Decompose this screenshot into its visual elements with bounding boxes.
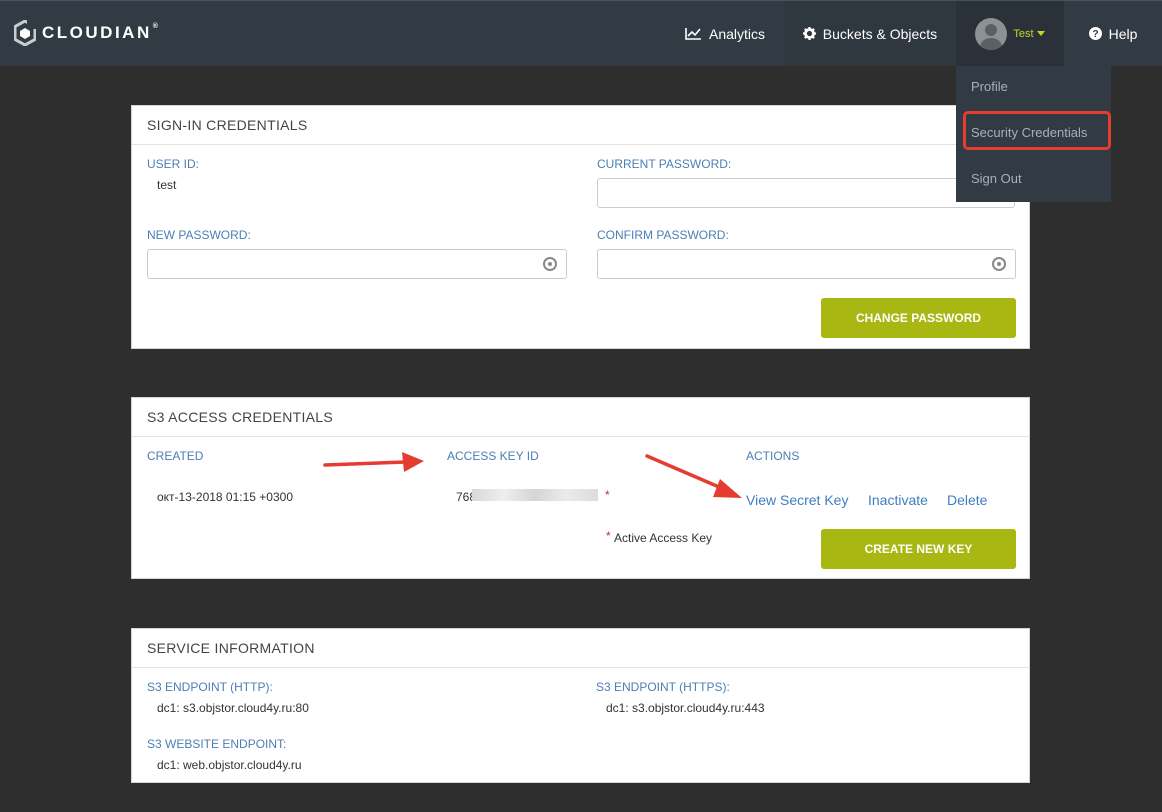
signin-credentials-panel: SIGN-IN CREDENTIALS USER ID: test CURREN… [131, 105, 1030, 349]
nav-help[interactable]: ? Help [1064, 1, 1162, 66]
column-header-actions: ACTIONS [746, 449, 800, 463]
legend-star: * [606, 529, 611, 543]
svg-text:?: ? [1092, 29, 1098, 40]
panel-title: SERVICE INFORMATION [132, 629, 1029, 668]
redacted-key-blur [472, 489, 598, 501]
column-header-access-key-id: ACCESS KEY ID [447, 449, 539, 463]
cloudian-logo-icon [14, 20, 36, 46]
user-id-value: test [157, 178, 177, 192]
caret-down-icon [1036, 31, 1045, 36]
s3-access-credentials-panel: S3 ACCESS CREDENTIALS CREATED ACCESS KEY… [131, 397, 1030, 579]
show-password-icon[interactable] [992, 257, 1006, 271]
confirm-password-input[interactable] [597, 249, 1016, 279]
top-navbar: CLOUDIAN® Analytics Buckets & Objects Te… [0, 0, 1162, 66]
nav-analytics[interactable]: Analytics [670, 1, 780, 66]
nav-help-label: Help [1108, 25, 1138, 42]
inactivate-link[interactable]: Inactivate [868, 492, 928, 508]
avatar [975, 17, 1008, 50]
s3-endpoint-http-label: S3 ENDPOINT (HTTP): [147, 680, 273, 694]
question-circle-icon: ? [1088, 27, 1102, 40]
line-chart-icon [685, 28, 701, 40]
s3-endpoint-http-value: dc1: s3.objstor.cloud4y.ru:80 [157, 701, 309, 715]
panel-title: S3 ACCESS CREDENTIALS [132, 398, 1029, 437]
show-password-icon[interactable] [543, 257, 557, 271]
column-header-created: CREATED [147, 449, 204, 463]
delete-link[interactable]: Delete [947, 492, 987, 508]
confirm-password-label: CONFIRM PASSWORD: [597, 228, 729, 242]
user-name: Test [1013, 27, 1034, 40]
panel-title: SIGN-IN CREDENTIALS [132, 106, 1029, 145]
s3-endpoint-https-value: dc1: s3.objstor.cloud4y.ru:443 [606, 701, 765, 715]
current-password-label: CURRENT PASSWORD: [597, 157, 732, 171]
active-access-key-legend: Active Access Key [614, 531, 713, 545]
user-id-label: USER ID: [147, 157, 200, 171]
nav-analytics-label: Analytics [708, 25, 766, 42]
create-new-key-button[interactable]: CREATE NEW KEY [821, 529, 1016, 569]
view-secret-key-link[interactable]: View Secret Key [746, 492, 848, 508]
change-password-button[interactable]: CHANGE PASSWORD [821, 298, 1016, 338]
s3-endpoint-https-label: S3 ENDPOINT (HTTPS): [596, 680, 730, 694]
nav-buckets-label: Buckets & Objects [822, 25, 938, 42]
s3-website-endpoint-value: dc1: web.objstor.cloud4y.ru [157, 758, 302, 772]
active-key-marker: * [605, 488, 610, 502]
key-created-date: окт-13-2018 01:15 +0300 [157, 490, 293, 504]
new-password-label: NEW PASSWORD: [147, 228, 251, 242]
nav-buckets-objects[interactable]: Buckets & Objects [784, 1, 956, 66]
highlight-box [963, 111, 1111, 150]
menu-item-profile[interactable]: Profile [971, 79, 1008, 94]
menu-item-sign-out[interactable]: Sign Out [971, 171, 1022, 186]
current-password-input[interactable] [597, 178, 1015, 208]
s3-website-endpoint-label: S3 WEBSITE ENDPOINT: [147, 737, 287, 751]
brand-logo[interactable]: CLOUDIAN® [14, 20, 160, 46]
user-menu-toggle[interactable]: Test [956, 1, 1064, 66]
gear-icon [802, 27, 816, 40]
brand-name: CLOUDIAN® [42, 23, 161, 42]
service-information-panel: SERVICE INFORMATION S3 ENDPOINT (HTTP): … [131, 628, 1030, 783]
user-dropdown-menu: Profile Security Credentials Sign Out [956, 66, 1111, 202]
new-password-input[interactable] [147, 249, 567, 279]
